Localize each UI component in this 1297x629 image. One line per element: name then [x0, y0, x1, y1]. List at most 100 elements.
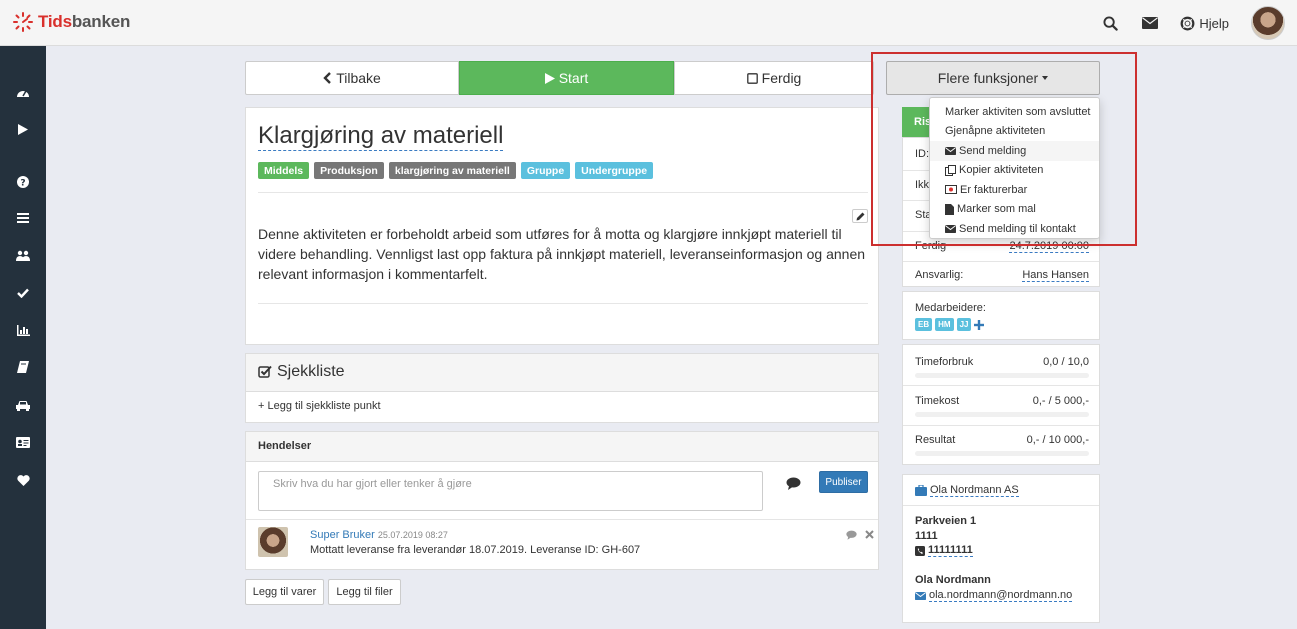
check-icon[interactable] [15, 285, 31, 301]
caret-down-icon [1042, 76, 1049, 80]
delete-icon[interactable] [865, 530, 874, 540]
progress-bar [915, 373, 1089, 378]
contact-name: Ola Nordmann [915, 574, 991, 586]
users-icon[interactable] [15, 247, 31, 263]
event-user-link[interactable]: Super Bruker [310, 529, 375, 541]
add-items-button[interactable]: Legg til varer [245, 579, 324, 605]
event-text: Mottatt leveranse fra leverandør 18.07.2… [310, 544, 641, 556]
coworkers-label: Medarbeidere: [915, 302, 986, 314]
done-date-label: Ferdig [915, 240, 947, 252]
publish-button[interactable]: Publiser [819, 471, 868, 493]
envelope-icon [945, 146, 956, 155]
progress-bar [915, 412, 1089, 417]
divider [246, 519, 878, 520]
logo-text-red: Tids [38, 12, 72, 31]
events-title: Hendelser [258, 440, 312, 452]
action-button-group: Tilbake Start Ferdig [245, 61, 874, 95]
coworker-badge[interactable]: HM [935, 318, 954, 331]
start-button[interactable]: Start [459, 61, 674, 95]
svg-text:?: ? [20, 178, 25, 188]
help-link[interactable]: Hjelp [1199, 16, 1229, 31]
heart-icon[interactable] [15, 472, 31, 488]
label-subgroup[interactable]: Undergruppe [575, 162, 654, 179]
label-priority[interactable]: Middels [258, 162, 310, 179]
menu-item-reopen[interactable]: Gjenåpne aktiviteten [930, 122, 1099, 142]
id-label: ID: [915, 148, 930, 160]
done-date-value[interactable]: 24.7.2019 00:00 [1009, 240, 1089, 253]
dashboard-icon[interactable] [15, 84, 31, 100]
metric-row: Timeforbruk 0,0 / 10,0 [915, 356, 1089, 368]
chevron-left-icon [323, 72, 332, 84]
label-group[interactable]: Gruppe [520, 162, 571, 179]
divider [258, 192, 868, 193]
play-icon [544, 72, 555, 84]
contact-phone[interactable]: 11111111 [928, 544, 973, 557]
bar-chart-icon[interactable] [15, 322, 31, 338]
briefcase-icon [915, 485, 927, 496]
coworkers-card: Medarbeidere: EB HM JJ [902, 291, 1100, 340]
add-checklist-item-link[interactable]: + Legg til sjekkliste punkt [258, 400, 381, 412]
responsible-label: Ansvarlig: [915, 269, 964, 281]
label-department[interactable]: Produksjon [314, 162, 384, 179]
done-button[interactable]: Ferdig [674, 61, 874, 95]
book-icon[interactable] [15, 359, 31, 375]
metrics-card: Timeforbruk 0,0 / 10,0 Timekost 0,- / 5 00… [902, 344, 1100, 465]
edit-description-button[interactable] [852, 209, 868, 223]
page-title[interactable]: Klargjøring av materiell [258, 122, 504, 151]
coworker-badge[interactable]: JJ [956, 318, 972, 331]
events-panel: Hendelser Skriv hva du har gjort eller t… [245, 431, 879, 570]
menu-item-mark-as-template[interactable]: Marker som mal [930, 200, 1099, 220]
top-bar: Tidsbanken Hjelp [0, 0, 1297, 46]
checklist-title: Sjekkliste [277, 363, 345, 380]
menu-item-send-message[interactable]: Send melding [930, 141, 1099, 161]
checklist-panel: Sjekkliste + Legg til sjekkliste punkt [245, 353, 879, 423]
progress-bar [915, 451, 1089, 456]
menu-item-billable[interactable]: Er fakturerbar [930, 180, 1099, 200]
label-type[interactable]: klargjøring av materiell [388, 162, 516, 179]
id-card-icon[interactable] [15, 434, 31, 450]
metric-row: Resultat 0,- / 10 000,- [915, 434, 1089, 446]
menu-item-message-contact[interactable]: Send melding til kontakt [930, 219, 1099, 239]
question-icon[interactable]: ? [15, 174, 31, 190]
row-label: Ikk [915, 179, 930, 191]
list-icon[interactable] [15, 210, 31, 226]
envelope-icon [945, 224, 956, 233]
event-input[interactable]: Skriv hva du har gjort eller tenker å gj… [258, 471, 763, 511]
event-timestamp: 25.07.2019 08:27 [377, 530, 448, 540]
responsible-value[interactable]: Hans Hansen [1022, 269, 1089, 282]
contact-card: Ola Nordmann AS Parkveien 1 1111 1111111… [902, 474, 1100, 623]
search-icon[interactable] [1099, 12, 1121, 34]
clock-logo-icon [13, 12, 33, 32]
more-functions-dropdown: Marker aktiviten som avsluttet Gjenåpne … [929, 97, 1100, 239]
copy-icon [945, 164, 956, 176]
divider [258, 303, 868, 304]
contact-postcode: 1111 [915, 530, 938, 542]
contact-street: Parkveien 1 [915, 515, 977, 527]
user-avatar[interactable] [1251, 6, 1285, 40]
money-icon [945, 185, 957, 195]
contact-email[interactable]: ola.nordmann@nordmann.no [929, 589, 1073, 602]
checkbox-checked-icon [258, 365, 272, 378]
more-functions-button[interactable]: Flere funksjoner [886, 61, 1100, 95]
company-link[interactable]: Ola Nordmann AS [930, 484, 1019, 497]
logo-text-rest: banken [71, 12, 131, 31]
checkbox-empty-icon [746, 72, 758, 84]
coworker-badge[interactable]: EB [915, 318, 933, 331]
car-icon[interactable] [15, 397, 31, 413]
add-files-button[interactable]: Legg til filer [328, 579, 401, 605]
reply-comment-icon[interactable] [846, 530, 857, 540]
envelope-icon[interactable] [1139, 12, 1161, 34]
sidebar: ? [0, 46, 46, 629]
pencil-icon [856, 212, 864, 220]
add-coworker-plus-icon[interactable] [974, 319, 985, 330]
logo[interactable]: Tidsbanken [12, 11, 130, 33]
lifebuoy-icon[interactable] [1179, 12, 1195, 34]
activity-panel: Klargjøring av materiell Middels Produks… [245, 107, 879, 345]
menu-item-mark-finished[interactable]: Marker aktiviten som avsluttet [930, 102, 1099, 122]
play-icon[interactable] [15, 121, 31, 137]
comment-icon[interactable] [786, 477, 801, 493]
back-button[interactable]: Tilbake [245, 61, 459, 95]
menu-item-copy-activity[interactable]: Kopier aktiviteten [930, 161, 1099, 181]
metric-row: Timekost 0,- / 5 000,- [915, 395, 1089, 407]
label-list: Middels Produksjon klargjøring av materi… [258, 162, 658, 179]
